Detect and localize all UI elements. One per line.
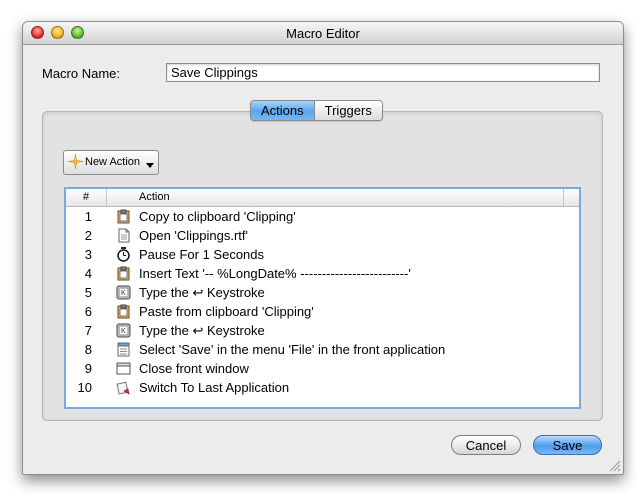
row-action-text: Pause For 1 Seconds (139, 247, 265, 262)
row-number: 6 (84, 304, 92, 319)
stopwatch-icon (117, 247, 130, 262)
macro-name-label: Macro Name: (42, 66, 121, 81)
table-row[interactable]: 3 Pause For 1 Seconds (66, 245, 579, 264)
row-action-text: Copy to clipboard 'Clipping' (139, 209, 296, 224)
row-action-text: Open 'Clippings.rtf' (139, 228, 249, 243)
row-number: 3 (84, 247, 92, 262)
actions-table[interactable]: # Action 1 Copy to clipboard 'Clipping' … (64, 187, 581, 409)
new-action-button[interactable]: New Action (63, 150, 159, 175)
table-row[interactable]: 7 K Type the ↩ Keystroke (66, 321, 579, 340)
save-button[interactable]: Save (533, 435, 602, 455)
row-action-text: Switch To Last Application (139, 380, 290, 395)
row-action-text: Type the ↩ Keystroke (139, 323, 265, 338)
table-row[interactable]: 5 K Type the ↩ Keystroke (66, 283, 579, 302)
menu-icon (117, 342, 130, 357)
svg-text:K: K (121, 290, 126, 297)
title-bar[interactable]: Macro Editor (23, 22, 623, 45)
window-title: Macro Editor (286, 26, 360, 41)
sparkle-icon (68, 154, 83, 169)
row-action-text: Select 'Save' in the menu 'File' in the … (139, 342, 446, 357)
column-divider (563, 189, 564, 206)
switch-app-icon (116, 381, 130, 395)
row-number: 5 (84, 285, 92, 300)
clipboard-icon (117, 266, 130, 281)
row-number: 1 (84, 209, 92, 224)
window-icon (116, 362, 131, 375)
row-action-text: Type the ↩ Keystroke (139, 285, 265, 300)
macro-editor-window: Macro Editor Macro Name: Save Clippings … (22, 21, 624, 475)
row-number: 9 (84, 361, 92, 376)
table-row[interactable]: 2 Open 'Clippings.rtf' (66, 226, 579, 245)
table-row[interactable]: 6 Paste from clipboard 'Clipping' (66, 302, 579, 321)
column-divider (106, 189, 107, 206)
tab-triggers[interactable]: Triggers (313, 101, 382, 120)
table-rows: 1 Copy to clipboard 'Clipping' 2 Open 'C… (66, 207, 579, 397)
row-number: 2 (84, 228, 92, 243)
tab-selector: Actions Triggers (250, 100, 383, 121)
svg-text:K: K (121, 328, 126, 335)
table-header: # Action (66, 189, 579, 207)
table-row[interactable]: 8 Select 'Save' in the menu 'File' in th… (66, 340, 579, 359)
table-row[interactable]: 4 Insert Text '-- %LongDate% -----------… (66, 264, 579, 283)
cancel-button[interactable]: Cancel (451, 435, 521, 455)
tab-actions[interactable]: Actions (251, 101, 314, 120)
new-action-label: New Action (85, 156, 141, 168)
row-number: 8 (84, 342, 92, 357)
macro-name-input[interactable]: Save Clippings (166, 63, 600, 82)
clipboard-icon (117, 209, 130, 224)
row-number: 10 (77, 380, 92, 395)
row-action-text: Paste from clipboard 'Clipping' (139, 304, 314, 319)
row-action-text: Insert Text '-- %LongDate% -------------… (139, 266, 411, 281)
table-row[interactable]: 9 Close front window (66, 359, 579, 378)
column-header-action[interactable]: Action (139, 191, 170, 203)
chevron-down-icon (146, 163, 154, 168)
table-row[interactable]: 10 Switch To Last Application (66, 378, 579, 397)
document-icon (118, 228, 130, 243)
table-row[interactable]: 1 Copy to clipboard 'Clipping' (66, 207, 579, 226)
row-number: 7 (84, 323, 92, 338)
keystroke-icon: K (116, 285, 131, 300)
row-action-text: Close front window (139, 361, 249, 376)
row-number: 4 (84, 266, 92, 281)
clipboard-icon (117, 304, 130, 319)
column-header-number[interactable]: # (83, 191, 89, 203)
resize-grip-icon[interactable] (609, 460, 621, 472)
keystroke-icon: K (116, 323, 131, 338)
